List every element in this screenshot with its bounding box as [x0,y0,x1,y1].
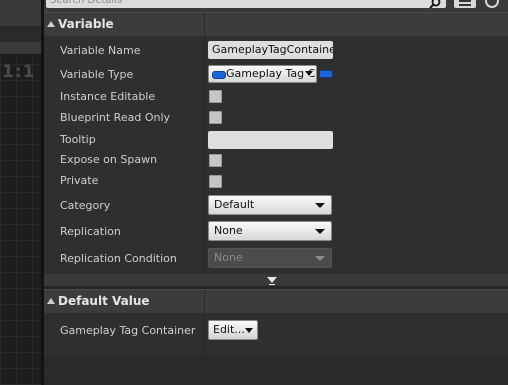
panel-empty-area [44,355,508,385]
blueprint-read-only-label: Blueprint Read Only [60,111,171,124]
property-matrix-button[interactable] [454,0,476,8]
chevron-down-icon [315,203,325,208]
column-splitter[interactable] [204,313,205,355]
variable-type-value: Gameplay Tag C [226,67,316,80]
replication-condition-dropdown: None [208,248,332,268]
viewport-aspect-label: 1:1 [2,62,36,82]
blueprint-read-only-checkbox[interactable] [209,111,222,124]
category-title-variable: Variable [58,17,114,31]
category-header-variable[interactable]: Variable [44,12,508,36]
column-splitter [204,290,205,313]
viewport-tab-strip [0,26,41,42]
expand-advanced-icon [267,277,277,283]
category-label: Category [60,199,111,212]
collapse-arrow-icon [47,21,55,27]
gameplay-tag-container-label: Gameplay Tag Container [60,324,196,337]
category-value: Default [214,198,255,211]
replication-dropdown[interactable]: None [208,221,332,241]
column-splitter[interactable] [204,36,205,274]
replication-condition-label: Replication Condition [60,252,177,265]
container-type-pin-icon[interactable] [319,70,333,78]
category-dropdown[interactable]: Default [208,195,332,215]
variable-type-pin-icon [212,71,226,79]
replication-value: None [214,224,243,237]
graph-viewport[interactable]: 1:1 [0,0,41,385]
tooltip-label: Tooltip [60,133,96,146]
column-splitter [204,13,205,36]
details-panel: Search Details Variable Variable Name Ga… [44,0,508,385]
tooltip-field[interactable] [208,131,333,149]
category-header-default-value[interactable]: Default Value [44,289,508,313]
expose-on-spawn-checkbox[interactable] [209,154,222,167]
search-icon[interactable] [428,0,442,10]
instance-editable-checkbox[interactable] [209,90,222,103]
variable-type-dropdown[interactable]: Gameplay Tag C [208,65,317,83]
list-view-icon [459,0,471,6]
category-title-default-value: Default Value [58,294,150,308]
chevron-down-icon [315,229,325,234]
edit-tags-label: Edit... [213,323,245,336]
variable-name-field[interactable]: GameplayTagContainer [208,41,333,59]
chevron-down-icon [315,256,325,261]
private-label: Private [60,174,99,187]
chevron-down-icon [305,71,313,76]
search-input[interactable]: Search Details [46,0,446,8]
details-search-bar: Search Details [44,0,508,12]
replication-label: Replication [60,225,121,238]
expose-on-spawn-label: Expose on Spawn [60,153,158,166]
collapse-arrow-icon [47,298,55,304]
private-checkbox[interactable] [209,175,222,188]
instance-editable-label: Instance Editable [60,90,156,103]
chevron-down-icon [245,328,253,333]
variable-name-label: Variable Name [60,44,141,57]
edit-tags-dropdown[interactable]: Edit... [208,320,258,340]
advanced-properties-bar[interactable] [44,274,508,286]
help-icon[interactable] [485,0,499,8]
replication-condition-value: None [214,251,243,264]
expand-advanced-underline [269,284,275,285]
variable-type-label: Variable Type [60,68,134,81]
